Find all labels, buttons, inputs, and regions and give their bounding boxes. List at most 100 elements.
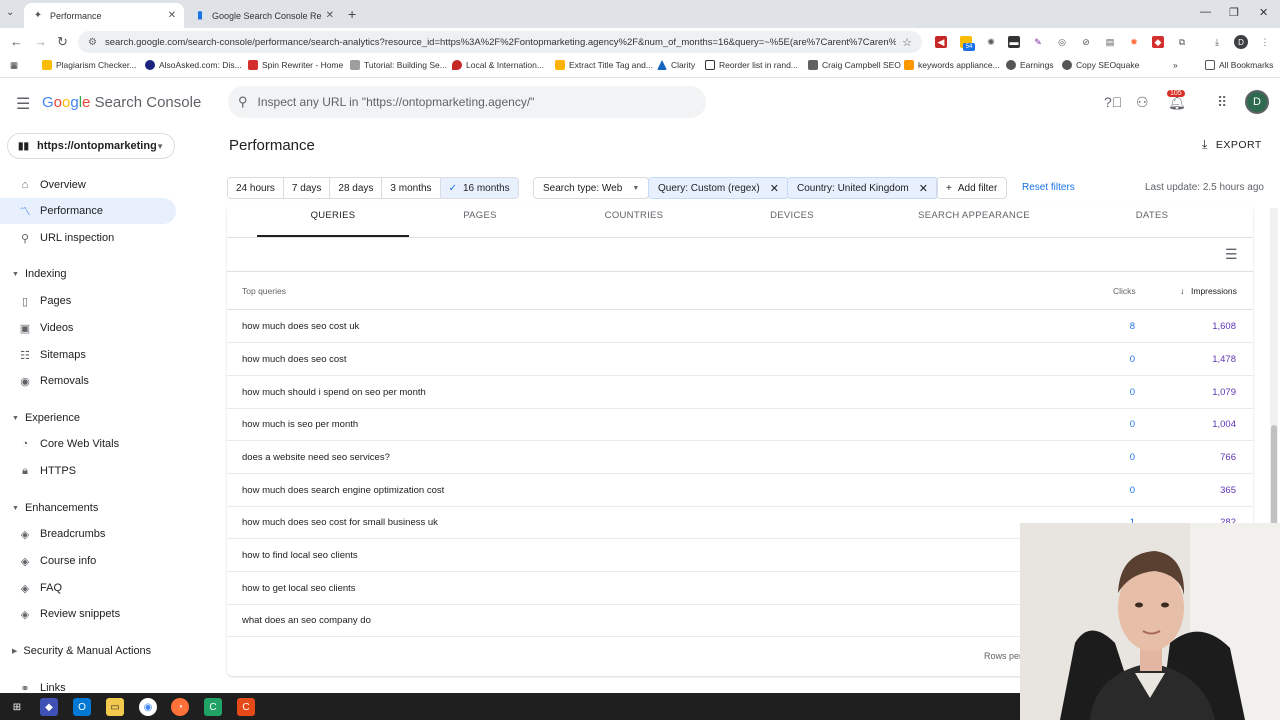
sidebar-item-performance[interactable]: 〽 Performance — [0, 198, 176, 224]
bookmark-item[interactable]: Earnings — [1006, 60, 1054, 70]
table-row[interactable]: how much does search engine optimization… — [227, 474, 1253, 507]
address-bar[interactable]: ⚙ search.google.com/search-console/perfo… — [78, 31, 922, 53]
more-menu-icon[interactable]: ⋮ — [1259, 36, 1271, 48]
sidebar-item-removals[interactable]: ◉ Removals — [0, 368, 176, 394]
sidebar-item-pages[interactable]: ▯ Pages — [0, 288, 176, 314]
extension-icon[interactable]: ▬ — [1008, 36, 1020, 48]
bookmark-item[interactable]: Clarity — [657, 60, 695, 70]
bookmark-item[interactable]: AlsoAsked.com: Dis... — [145, 60, 242, 70]
window-close-icon[interactable]: ✕ — [1259, 6, 1268, 19]
sidebar-item-review-snippets[interactable]: ◈ Review snippets — [0, 601, 176, 627]
tab-search-icon[interactable]: ⌄ — [6, 7, 14, 18]
filter-rows-icon[interactable]: ☰ — [1225, 246, 1238, 263]
sidebar-item-videos[interactable]: ▣ Videos — [0, 315, 176, 341]
extension-icon[interactable]: ◎ — [1056, 36, 1068, 48]
tab-queries[interactable]: QUERIES — [311, 210, 356, 221]
chrome-icon[interactable]: ◉ — [139, 698, 157, 716]
browser-profile-avatar[interactable]: D — [1234, 35, 1248, 49]
scrollbar-thumb[interactable] — [1271, 425, 1277, 525]
outlook-icon[interactable]: O — [73, 698, 91, 716]
table-row[interactable]: how much does seo cost uk 8 1,608 — [227, 310, 1253, 343]
sidebar-item-faq[interactable]: ◈ FAQ — [0, 575, 176, 601]
country-filter-chip[interactable]: Country: United Kingdom ✕ — [787, 177, 938, 199]
extensions-puzzle-icon[interactable]: ⧉ — [1176, 36, 1188, 48]
restore-icon[interactable]: ❐ — [1229, 6, 1239, 19]
extension-icon[interactable]: ✹ — [1128, 36, 1140, 48]
sidebar-item-sitemaps[interactable]: ☷ Sitemaps — [0, 342, 176, 368]
export-button[interactable]: ⤓ EXPORT — [1202, 137, 1262, 152]
col-impressions[interactable]: Impressions — [1191, 286, 1237, 296]
sort-desc-icon[interactable]: ↓ — [1180, 286, 1184, 296]
query-filter-chip[interactable]: Query: Custom (regex) ✕ — [648, 177, 789, 199]
windows-start-icon[interactable]: ⊞ — [8, 698, 26, 716]
bookmark-item[interactable]: Extract Title Tag and... — [555, 60, 653, 70]
close-tab-icon[interactable]: ✕ — [326, 10, 334, 21]
apps-grid-icon[interactable]: ⠿ — [1217, 94, 1227, 111]
search-type-filter[interactable]: Search type: Web ▼ — [533, 177, 650, 199]
bookmark-item[interactable]: Spin Rewriter - Home — [248, 60, 343, 70]
sidebar-item-breadcrumbs[interactable]: ◈ Breadcrumbs — [0, 521, 176, 547]
range-24-hours[interactable]: 24 hours — [228, 178, 284, 198]
minimize-icon[interactable]: — — [1200, 6, 1211, 18]
add-filter-button[interactable]: + Add filter — [936, 177, 1008, 199]
tab-dates[interactable]: DATES — [1136, 210, 1168, 221]
extension-icon[interactable]: ⊘ — [1080, 36, 1092, 48]
range-3-months[interactable]: 3 months — [382, 178, 441, 198]
bookmark-item[interactable]: Copy SEOquake — [1062, 60, 1139, 70]
extension-icon[interactable]: ▤ — [1104, 36, 1116, 48]
forward-icon[interactable]: → — [34, 34, 47, 49]
back-icon[interactable]: ← — [10, 34, 23, 49]
bookmarks-overflow-icon[interactable]: » — [1173, 60, 1178, 70]
app-icon[interactable]: C — [204, 698, 222, 716]
section-enhancements[interactable]: ▼ Enhancements — [0, 497, 176, 519]
bookmark-item[interactable]: keywords appliance... — [904, 60, 1000, 70]
table-row[interactable]: does a website need seo services? 0 766 — [227, 441, 1253, 474]
search-console-logo[interactable]: Google Search Console — [42, 94, 201, 111]
tab-countries[interactable]: COUNTRIES — [605, 210, 664, 221]
url-inspection-search[interactable]: ⚲ Inspect any URL in "https://ontopmarke… — [228, 86, 706, 118]
range-7-days[interactable]: 7 days — [284, 178, 331, 198]
table-row[interactable]: how much is seo per month 0 1,004 — [227, 408, 1253, 441]
col-clicks[interactable]: Clicks — [1113, 286, 1136, 296]
close-tab-icon[interactable]: ✕ — [168, 10, 176, 21]
section-experience[interactable]: ▼ Experience — [0, 407, 176, 429]
help-icon[interactable]: ?⃝ — [1104, 94, 1122, 110]
all-bookmarks[interactable]: All Bookmarks — [1205, 60, 1273, 70]
bookmark-star-icon[interactable]: ☆ — [902, 36, 912, 49]
section-security[interactable]: ▶ Security & Manual Actions — [0, 640, 176, 662]
property-selector[interactable]: ▮▮ https://ontopmarketing.... ▼ — [7, 133, 175, 159]
extension-icon[interactable]: ✺ — [985, 36, 997, 48]
remove-filter-icon[interactable]: ✕ — [919, 182, 928, 195]
range-16-months[interactable]: ✓ 16 months — [440, 178, 518, 198]
bookmark-item[interactable]: Tutorial: Building Se... — [350, 60, 447, 70]
sidebar-item-course-info[interactable]: ◈ Course info — [0, 548, 176, 574]
tab-search-appearance[interactable]: SEARCH APPEARANCE — [918, 210, 1030, 221]
file-explorer-icon[interactable]: ▭ — [106, 698, 124, 716]
apps-grid-icon[interactable]: ▦ — [10, 60, 18, 71]
sidebar-item-overview[interactable]: ⌂ Overview — [0, 172, 176, 198]
remove-filter-icon[interactable]: ✕ — [770, 182, 779, 195]
download-icon[interactable]: ⤓ — [1211, 36, 1223, 48]
table-row[interactable]: how much should i spend on seo per month… — [227, 376, 1253, 409]
table-row[interactable]: how much does seo cost 0 1,478 — [227, 343, 1253, 376]
bookmark-item[interactable]: Local & Internation... — [452, 60, 544, 70]
firefox-icon[interactable]: ◔ — [171, 698, 189, 716]
site-info-icon[interactable]: ⚙ — [88, 37, 97, 48]
extension-icon[interactable]: ✎ — [1032, 36, 1044, 48]
tab-pages[interactable]: PAGES — [463, 210, 497, 221]
browser-tab-performance[interactable]: ✦ Performance ✕ — [24, 3, 184, 28]
extension-icon[interactable]: ◆ — [1152, 36, 1164, 48]
section-indexing[interactable]: ▼ Indexing — [0, 263, 176, 285]
reset-filters-link[interactable]: Reset filters — [1022, 182, 1075, 193]
range-28-days[interactable]: 28 days — [330, 178, 383, 198]
bookmark-item[interactable]: Plagiarism Checker... — [42, 60, 136, 70]
bookmark-item[interactable]: Reorder list in rand... — [705, 60, 798, 70]
sidebar-item-https[interactable]: 🔒︎ HTTPS — [0, 458, 176, 484]
new-tab-icon[interactable]: + — [348, 6, 356, 22]
menu-icon[interactable]: ☰ — [16, 94, 30, 114]
bookmark-item[interactable]: Craig Campbell SEO — [808, 60, 901, 70]
reload-icon[interactable]: ↻ — [57, 34, 68, 50]
extension-icon[interactable]: ◀ — [935, 36, 947, 48]
sidebar-item-url-inspection[interactable]: ⚲ URL inspection — [0, 225, 176, 251]
account-avatar[interactable]: D — [1245, 90, 1269, 114]
